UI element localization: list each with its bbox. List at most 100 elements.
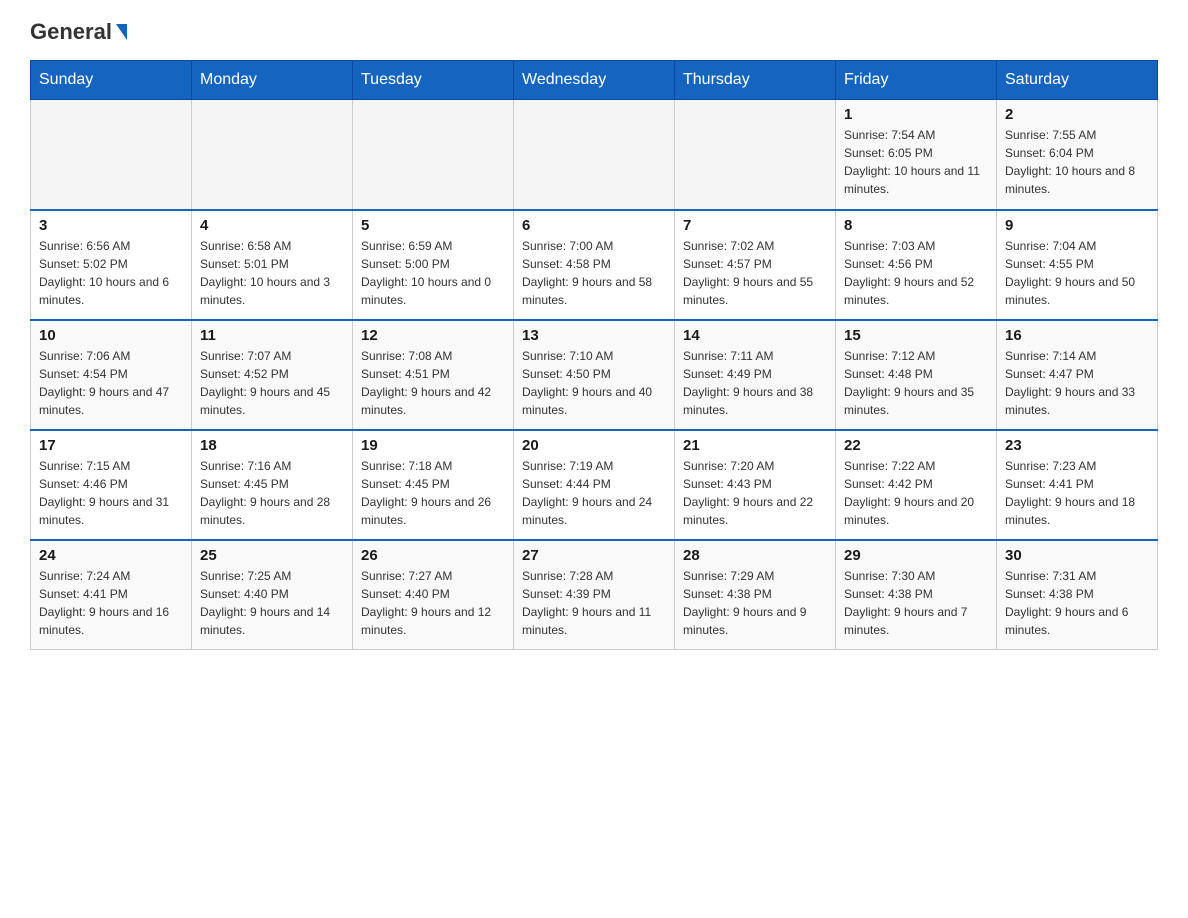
calendar-cell: 5 Sunrise: 6:59 AMSunset: 5:00 PMDaylight… [353, 210, 514, 320]
day-info: Sunrise: 7:25 AMSunset: 4:40 PMDaylight:… [200, 567, 344, 639]
day-info: Sunrise: 7:12 AMSunset: 4:48 PMDaylight:… [844, 347, 988, 419]
calendar-week-row: 10Sunrise: 7:06 AMSunset: 4:54 PMDayligh… [31, 320, 1158, 430]
calendar-cell: 7 Sunrise: 7:02 AMSunset: 4:57 PMDaylight… [675, 210, 836, 320]
day-info: Sunrise: 7:04 AMSunset: 4:55 PMDaylight:… [1005, 237, 1149, 309]
calendar-cell: 30 Sunrise: 7:31 AMSunset: 4:38 PMDayligh… [997, 540, 1158, 650]
calendar-week-row: 17 Sunrise: 7:15 AMSunset: 4:46 PMDayligh… [31, 430, 1158, 540]
calendar-cell: 17 Sunrise: 7:15 AMSunset: 4:46 PMDayligh… [31, 430, 192, 540]
calendar-table: SundayMondayTuesdayWednesdayThursdayFrid… [30, 60, 1158, 650]
day-number: 14 [683, 327, 827, 344]
col-header-friday: Friday [836, 61, 997, 100]
calendar-cell: 28 Sunrise: 7:29 AMSunset: 4:38 PMDayligh… [675, 540, 836, 650]
day-info: Sunrise: 7:15 AMSunset: 4:46 PMDaylight:… [39, 457, 183, 529]
col-header-tuesday: Tuesday [353, 61, 514, 100]
day-info: Sunrise: 7:30 AMSunset: 4:38 PMDaylight:… [844, 567, 988, 639]
day-info: Sunrise: 7:29 AMSunset: 4:38 PMDaylight:… [683, 567, 827, 639]
day-number: 6 [522, 217, 666, 234]
calendar-cell: 9 Sunrise: 7:04 AMSunset: 4:55 PMDaylight… [997, 210, 1158, 320]
day-number: 19 [361, 437, 505, 454]
col-header-sunday: Sunday [31, 61, 192, 100]
day-info: Sunrise: 7:31 AMSunset: 4:38 PMDaylight:… [1005, 567, 1149, 639]
calendar-cell: 18Sunrise: 7:16 AMSunset: 4:45 PMDayligh… [192, 430, 353, 540]
day-number: 1 [844, 106, 988, 123]
calendar-cell [675, 100, 836, 210]
day-number: 26 [361, 547, 505, 564]
calendar-cell: 22 Sunrise: 7:22 AMSunset: 4:42 PMDayligh… [836, 430, 997, 540]
calendar-header-row: SundayMondayTuesdayWednesdayThursdayFrid… [31, 61, 1158, 100]
day-number: 13 [522, 327, 666, 344]
calendar-cell: 19 Sunrise: 7:18 AMSunset: 4:45 PMDayligh… [353, 430, 514, 540]
calendar-cell: 20 Sunrise: 7:19 AMSunset: 4:44 PMDayligh… [514, 430, 675, 540]
day-number: 20 [522, 437, 666, 454]
day-info: Sunrise: 7:54 AMSunset: 6:05 PMDaylight:… [844, 126, 988, 198]
day-info: Sunrise: 7:24 AMSunset: 4:41 PMDaylight:… [39, 567, 183, 639]
day-number: 15 [844, 327, 988, 344]
calendar-cell: 12Sunrise: 7:08 AMSunset: 4:51 PMDayligh… [353, 320, 514, 430]
calendar-cell: 8Sunrise: 7:03 AMSunset: 4:56 PMDaylight… [836, 210, 997, 320]
calendar-cell: 29 Sunrise: 7:30 AMSunset: 4:38 PMDayligh… [836, 540, 997, 650]
day-info: Sunrise: 6:56 AMSunset: 5:02 PMDaylight:… [39, 237, 183, 309]
day-info: Sunrise: 7:00 AMSunset: 4:58 PMDaylight:… [522, 237, 666, 309]
day-number: 9 [1005, 217, 1149, 234]
page-header: General [30, 20, 1158, 44]
calendar-cell: 4 Sunrise: 6:58 AMSunset: 5:01 PMDaylight… [192, 210, 353, 320]
day-number: 25 [200, 547, 344, 564]
calendar-cell: 14 Sunrise: 7:11 AMSunset: 4:49 PMDayligh… [675, 320, 836, 430]
day-number: 24 [39, 547, 183, 564]
day-info: Sunrise: 6:58 AMSunset: 5:01 PMDaylight:… [200, 237, 344, 309]
day-info: Sunrise: 7:11 AMSunset: 4:49 PMDaylight:… [683, 347, 827, 419]
day-number: 22 [844, 437, 988, 454]
day-info: Sunrise: 7:27 AMSunset: 4:40 PMDaylight:… [361, 567, 505, 639]
day-number: 28 [683, 547, 827, 564]
day-number: 16 [1005, 327, 1149, 344]
day-number: 5 [361, 217, 505, 234]
col-header-monday: Monday [192, 61, 353, 100]
calendar-cell: 3 Sunrise: 6:56 AMSunset: 5:02 PMDaylight… [31, 210, 192, 320]
calendar-cell: 6 Sunrise: 7:00 AMSunset: 4:58 PMDaylight… [514, 210, 675, 320]
day-number: 11 [200, 327, 344, 344]
logo: General [30, 20, 127, 44]
calendar-cell [31, 100, 192, 210]
day-info: Sunrise: 6:59 AMSunset: 5:00 PMDaylight:… [361, 237, 505, 309]
day-number: 29 [844, 547, 988, 564]
calendar-cell [353, 100, 514, 210]
calendar-cell: 25 Sunrise: 7:25 AMSunset: 4:40 PMDayligh… [192, 540, 353, 650]
calendar-cell: 1 Sunrise: 7:54 AMSunset: 6:05 PMDaylight… [836, 100, 997, 210]
calendar-cell [192, 100, 353, 210]
calendar-cell: 15 Sunrise: 7:12 AMSunset: 4:48 PMDayligh… [836, 320, 997, 430]
day-info: Sunrise: 7:18 AMSunset: 4:45 PMDaylight:… [361, 457, 505, 529]
day-info: Sunrise: 7:02 AMSunset: 4:57 PMDaylight:… [683, 237, 827, 309]
col-header-saturday: Saturday [997, 61, 1158, 100]
day-info: Sunrise: 7:06 AMSunset: 4:54 PMDaylight:… [39, 347, 183, 419]
day-info: Sunrise: 7:23 AMSunset: 4:41 PMDaylight:… [1005, 457, 1149, 529]
day-info: Sunrise: 7:07 AMSunset: 4:52 PMDaylight:… [200, 347, 344, 419]
calendar-cell: 24 Sunrise: 7:24 AMSunset: 4:41 PMDayligh… [31, 540, 192, 650]
day-info: Sunrise: 7:55 AMSunset: 6:04 PMDaylight:… [1005, 126, 1149, 198]
logo-text-general: General [30, 20, 112, 44]
logo-arrow-icon [116, 24, 127, 40]
day-info: Sunrise: 7:19 AMSunset: 4:44 PMDaylight:… [522, 457, 666, 529]
day-number: 4 [200, 217, 344, 234]
day-number: 12 [361, 327, 505, 344]
calendar-cell: 11 Sunrise: 7:07 AMSunset: 4:52 PMDayligh… [192, 320, 353, 430]
col-header-thursday: Thursday [675, 61, 836, 100]
calendar-week-row: 24 Sunrise: 7:24 AMSunset: 4:41 PMDayligh… [31, 540, 1158, 650]
day-number: 30 [1005, 547, 1149, 564]
calendar-cell: 2Sunrise: 7:55 AMSunset: 6:04 PMDaylight… [997, 100, 1158, 210]
day-number: 17 [39, 437, 183, 454]
day-info: Sunrise: 7:22 AMSunset: 4:42 PMDaylight:… [844, 457, 988, 529]
day-info: Sunrise: 7:10 AMSunset: 4:50 PMDaylight:… [522, 347, 666, 419]
day-number: 7 [683, 217, 827, 234]
calendar-cell: 10Sunrise: 7:06 AMSunset: 4:54 PMDayligh… [31, 320, 192, 430]
calendar-cell: 13 Sunrise: 7:10 AMSunset: 4:50 PMDayligh… [514, 320, 675, 430]
day-number: 18 [200, 437, 344, 454]
day-info: Sunrise: 7:14 AMSunset: 4:47 PMDaylight:… [1005, 347, 1149, 419]
day-number: 23 [1005, 437, 1149, 454]
day-number: 3 [39, 217, 183, 234]
calendar-cell: 16 Sunrise: 7:14 AMSunset: 4:47 PMDayligh… [997, 320, 1158, 430]
day-number: 27 [522, 547, 666, 564]
calendar-week-row: 1 Sunrise: 7:54 AMSunset: 6:05 PMDaylight… [31, 100, 1158, 210]
day-info: Sunrise: 7:28 AMSunset: 4:39 PMDaylight:… [522, 567, 666, 639]
calendar-cell [514, 100, 675, 210]
calendar-cell: 27 Sunrise: 7:28 AMSunset: 4:39 PMDayligh… [514, 540, 675, 650]
